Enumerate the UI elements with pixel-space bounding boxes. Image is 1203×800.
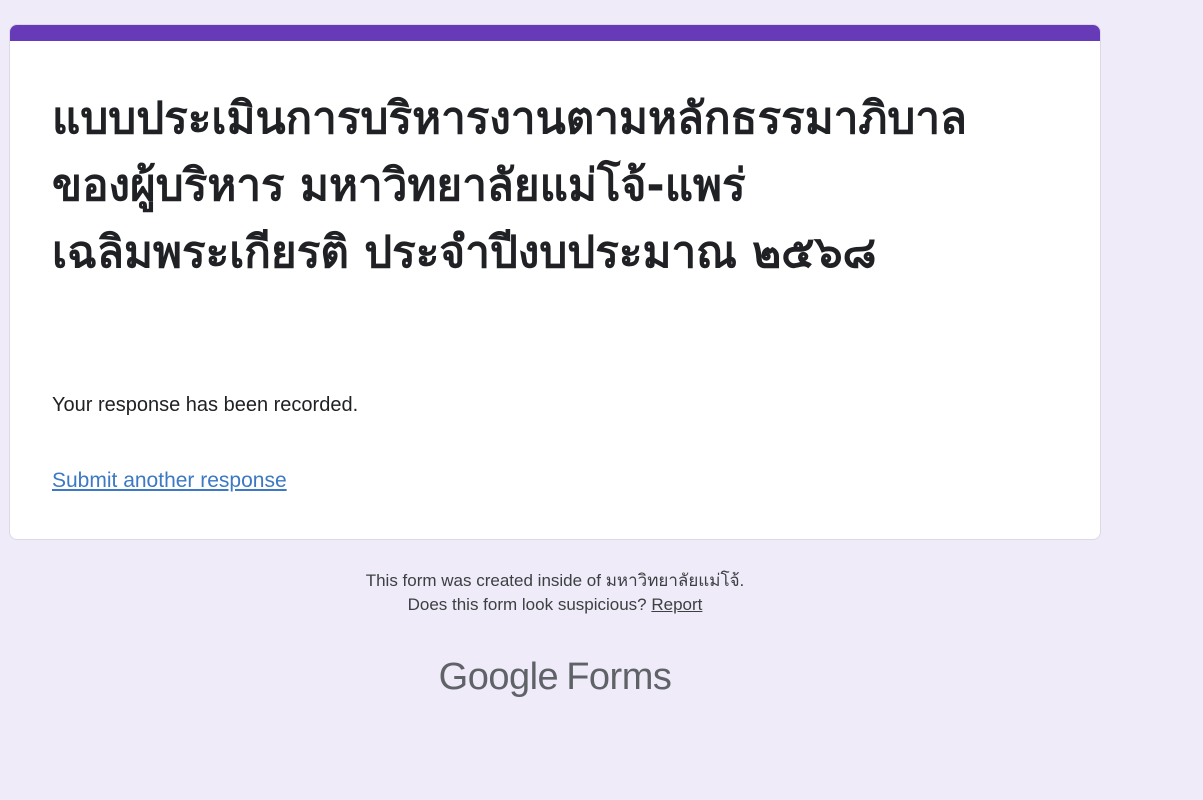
- suspicious-question: Does this form look suspicious?: [407, 595, 647, 614]
- created-inside-text: This form was created inside of มหาวิทยา…: [365, 571, 745, 590]
- submit-another-response-link[interactable]: Submit another response: [52, 467, 287, 495]
- card-accent-bar: [10, 25, 1100, 41]
- forms-logo-text: Forms: [566, 656, 672, 698]
- response-recorded-message: Your response has been recorded.: [52, 394, 359, 416]
- google-logo-text: Google: [438, 656, 559, 698]
- google-forms-logo[interactable]: Google Forms: [9, 652, 1101, 702]
- form-footer: This form was created inside of มหาวิทยา…: [9, 569, 1101, 617]
- form-title: แบบประเมินการบริหารงานตามหลักธรรมาภิบาลข…: [52, 93, 968, 278]
- form-response-card: แบบประเมินการบริหารงานตามหลักธรรมาภิบาลข…: [9, 24, 1101, 540]
- suspicious-line: Does this form look suspicious? Report: [9, 593, 1101, 617]
- report-link[interactable]: Report: [651, 595, 702, 614]
